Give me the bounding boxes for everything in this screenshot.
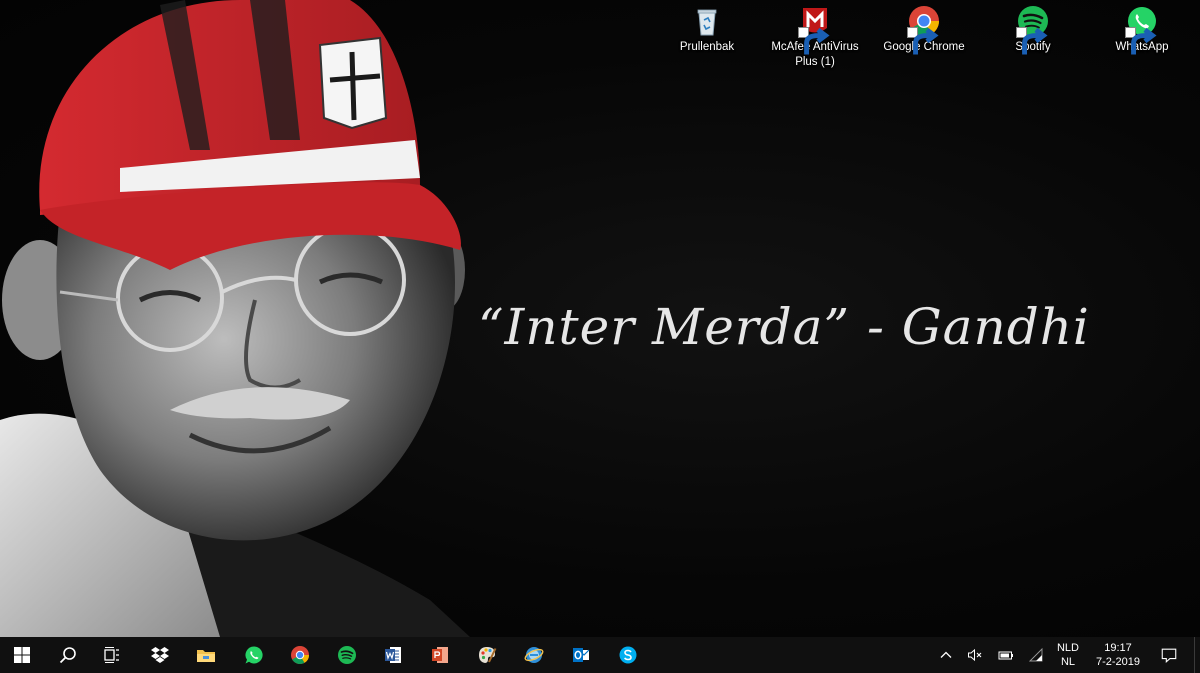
desktop[interactable]: “Inter Merda” - Gandhi Prullenbak McAfee… [0, 0, 1200, 637]
dropbox-icon [151, 647, 169, 663]
shortcut-arrow-icon [1016, 27, 1048, 55]
start-icon [14, 647, 30, 663]
outlook-icon [573, 648, 590, 662]
taskbar-chrome[interactable] [278, 637, 322, 673]
recycle-bin-icon [690, 4, 724, 38]
desktop-icon-mcafee[interactable]: McAfee AntiVirus Plus (1) [767, 4, 863, 70]
taskbar-whatsapp[interactable] [232, 637, 276, 673]
show-desktop-button[interactable] [1194, 637, 1200, 673]
clock-date: 7-2-2019 [1095, 656, 1141, 668]
shortcut-arrow-icon [1125, 27, 1157, 55]
taskbar-word[interactable] [371, 637, 415, 673]
action-center-button[interactable] [1152, 637, 1186, 673]
taskbar-file-explorer[interactable] [184, 637, 228, 673]
taskbar-outlook[interactable] [559, 637, 603, 673]
desktop-icon-chrome[interactable]: Google Chrome [876, 4, 972, 55]
start-button[interactable] [0, 637, 44, 673]
taskbar-spotify[interactable] [325, 637, 369, 673]
mcafee-icon [798, 4, 832, 55]
skype-icon [619, 646, 637, 664]
language-code: NLD [1056, 642, 1079, 654]
shortcut-arrow-icon [798, 27, 830, 55]
volume-muted-icon [968, 648, 982, 662]
desktop-icon-recycle-bin[interactable]: Prullenbak [659, 4, 755, 55]
battery-icon [998, 651, 1013, 660]
action-center-icon [1161, 648, 1177, 663]
chrome-icon [291, 646, 309, 665]
desktop-icon-spotify[interactable]: Spotify [985, 4, 1081, 55]
task-view-button[interactable] [90, 637, 134, 673]
clock[interactable]: 19:17 7-2-2019 [1088, 641, 1148, 669]
volume-button[interactable] [966, 646, 984, 664]
network-button[interactable] [1027, 646, 1045, 664]
taskbar-dropbox[interactable] [138, 637, 182, 673]
chrome-icon [907, 4, 941, 55]
word-icon [385, 647, 401, 663]
battery-button[interactable] [997, 646, 1015, 664]
spotify-icon [1016, 4, 1050, 55]
desktop-icon-label: Prullenbak [679, 41, 735, 53]
search-icon [59, 647, 76, 664]
desktop-icon-whatsapp[interactable]: WhatsApp [1094, 4, 1190, 55]
shortcut-arrow-icon [907, 27, 939, 55]
clock-time: 19:17 [1104, 642, 1132, 654]
input-language-indicator[interactable]: NLD NL [1052, 641, 1084, 669]
taskbar-powerpoint[interactable] [418, 637, 462, 673]
taskbar-paint[interactable] [465, 637, 509, 673]
keyboard-layout: NL [1060, 656, 1076, 668]
whatsapp-icon [1125, 4, 1159, 55]
powerpoint-icon [432, 647, 448, 663]
wallpaper-photo [0, 0, 470, 637]
whatsapp-icon [245, 646, 263, 664]
search-button[interactable] [46, 637, 90, 673]
internet-explorer-icon [524, 647, 544, 663]
wallpaper-quote: “Inter Merda” - Gandhi [478, 298, 1090, 356]
task-view-icon [104, 646, 119, 664]
file-explorer-icon [197, 650, 215, 662]
taskbar-internet-explorer[interactable] [512, 637, 556, 673]
show-hidden-icons-button[interactable] [937, 646, 955, 664]
taskbar: NLD NL 19:17 7-2-2019 [0, 637, 1200, 673]
taskbar-skype[interactable] [606, 637, 650, 673]
wifi-icon [1028, 647, 1043, 662]
paint-icon [479, 647, 497, 663]
spotify-icon [338, 646, 356, 664]
chevron-up-icon [940, 651, 952, 658]
